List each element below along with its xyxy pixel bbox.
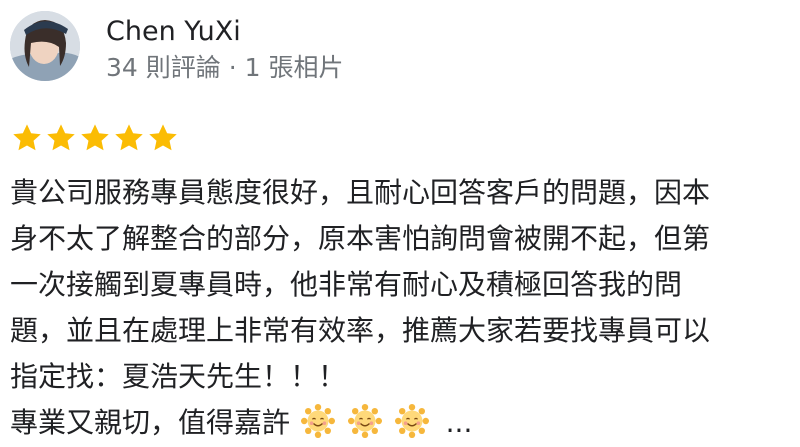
- reviewer-name[interactable]: Chen YuXi: [106, 14, 241, 50]
- review-line: 題，並且在處理上非常有效率，推薦大家若要找專員可以: [10, 314, 711, 347]
- review-line: 貴公司服務專員態度很好，且耐心回答客戶的問題，因本: [10, 176, 711, 209]
- review-line: 指定找：夏浩天先生！！！: [10, 360, 347, 393]
- review-line: 身不太了解整合的部分，原本害怕詢問會被開不起，但第: [10, 222, 711, 255]
- review-line: 一次接觸到夏專員時，他非常有耐心及積極回答我的問: [10, 268, 683, 301]
- star-icon: [81, 124, 109, 151]
- smiling-sun-emoji: [394, 404, 429, 438]
- reviewer-meta: 34 則評論 · 1 張相片: [106, 53, 344, 82]
- review-text: 貴公司服務專員態度很好，且耐心回答客戶的問題，因本 身不太了解整合的部分，原本害…: [10, 170, 780, 446]
- star-icon: [47, 124, 75, 151]
- review-last-line: 專業又親切，值得嘉許 ...: [10, 400, 780, 446]
- avatar-image: [10, 11, 80, 81]
- star-icon: [149, 124, 177, 151]
- star-rating: [11, 122, 179, 154]
- avatar[interactable]: [10, 11, 80, 81]
- read-more-ellipsis[interactable]: ...: [446, 400, 473, 446]
- star-icon: [115, 124, 143, 151]
- smiling-sun-emoji: [347, 404, 382, 438]
- star-icon: [13, 124, 41, 151]
- review-line: 專業又親切，值得嘉許: [10, 406, 291, 439]
- smiling-sun-emoji: [300, 404, 335, 438]
